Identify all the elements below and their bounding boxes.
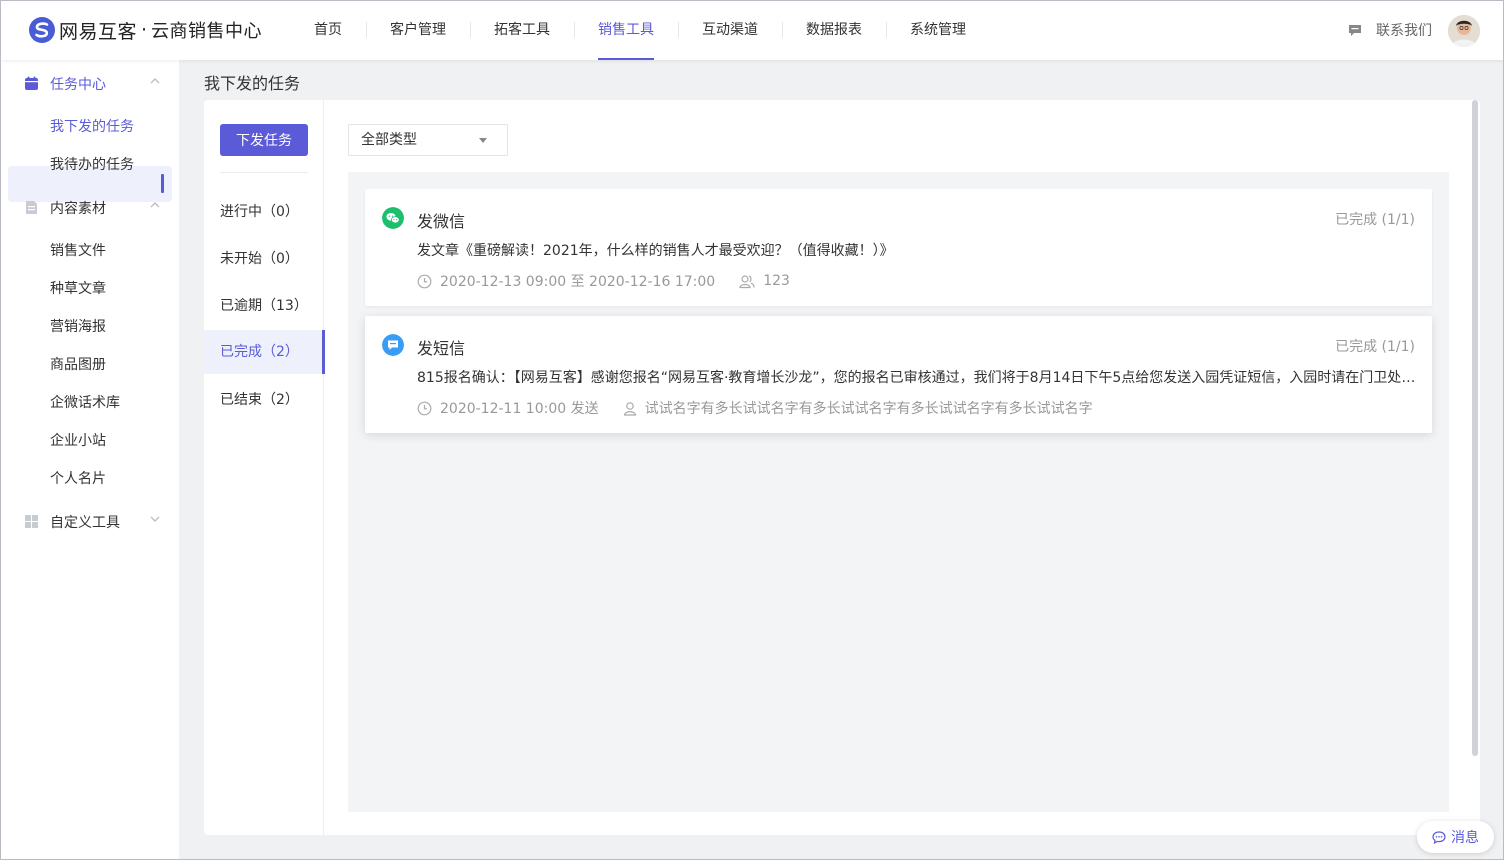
status-filter-not-started[interactable]: 未开始（0）: [204, 237, 324, 281]
sidebar-item-company-site[interactable]: 企业小站: [50, 430, 106, 450]
logo[interactable]: 网易互客 · 云商销售中心: [28, 15, 262, 45]
sidebar-item-business-card[interactable]: 个人名片: [50, 468, 106, 488]
task-time: 2020-12-11 10:00 发送: [440, 401, 599, 417]
page-title: 我下发的任务: [204, 74, 301, 93]
status-filter-in-progress[interactable]: 进行中（0）: [204, 190, 324, 234]
task-title: 发微信: [417, 212, 466, 231]
sidebar-item-wecom-scripts[interactable]: 企微话术库: [50, 392, 120, 412]
nav-sales-tools[interactable]: 销售工具: [574, 0, 678, 60]
status-filter-ended[interactable]: 已结束（2）: [204, 378, 324, 422]
clock-icon: [417, 401, 432, 415]
brand-subtitle: 云商销售中心: [151, 21, 263, 42]
sidebar-group-content-materials[interactable]: 内容素材: [0, 187, 179, 227]
nav-interaction-channels[interactable]: 互动渠道: [678, 0, 782, 60]
message-button[interactable]: 消息: [1417, 821, 1494, 853]
sidebar-item-todo-tasks[interactable]: 我待办的任务: [50, 154, 134, 174]
sidebar-item-sales-files[interactable]: 销售文件: [50, 240, 106, 260]
brand-name: 网易互客: [59, 20, 138, 43]
message-icon: [1432, 830, 1446, 844]
brand-separator: ·: [141, 19, 148, 41]
sidebar-item-issued-tasks[interactable]: 我下发的任务: [50, 116, 134, 136]
status-filter-completed[interactable]: 已完成（2）: [204, 330, 325, 374]
sidebar: 任务中心 我下发的任务 我待办的任务 内容素材 销售文件 种草文章 营销海报 商…: [0, 60, 179, 860]
nav-data-reports[interactable]: 数据报表: [782, 0, 886, 60]
task-title: 发短信: [417, 339, 466, 358]
sidebar-item-product-albums[interactable]: 商品图册: [50, 354, 106, 374]
chevron-down-icon: [150, 516, 160, 522]
main-nav: 首页 客户管理 拓客工具 销售工具 互动渠道 数据报表 系统管理: [290, 0, 990, 60]
contact-us-label: 联系我们: [1376, 23, 1432, 39]
wechat-icon: [382, 207, 404, 229]
sidebar-group-custom-tools[interactable]: 自定义工具: [0, 501, 179, 541]
user-avatar-icon: [1448, 15, 1480, 47]
sidebar-group-label: 任务中心: [50, 77, 106, 93]
task-meta: 2020-12-13 09:00 至 2020-12-16 17:00 123: [417, 271, 790, 291]
status-filter-overdue[interactable]: 已逾期（13）: [204, 284, 324, 328]
nav-system-management[interactable]: 系统管理: [886, 0, 990, 60]
document-icon: [26, 201, 37, 214]
sidebar-group-label: 内容素材: [50, 201, 106, 217]
task-type-select-value: 全部类型: [361, 132, 417, 148]
task-description: 815报名确认：【网易互客】感谢您报名“网易互客·教育增长沙龙”，您的报名已审核…: [417, 370, 1417, 386]
chevron-up-icon: [150, 78, 160, 84]
contact-us-link[interactable]: 联系我们: [1348, 20, 1432, 40]
divider: [220, 172, 308, 173]
task-time: 2020-12-13 09:00 至 2020-12-16 17:00: [440, 274, 716, 290]
nav-acquisition-tools[interactable]: 拓客工具: [470, 0, 574, 60]
task-list: 发微信 已完成 (1/1) 发文章《重磅解读！2021年，什么样的销售人才最受欢…: [348, 172, 1449, 812]
task-audience: 123: [763, 273, 790, 289]
chat-icon: [1349, 24, 1361, 36]
task-status: 已完成 (1/1): [1335, 212, 1415, 228]
task-status: 已完成 (1/1): [1335, 339, 1415, 355]
users-icon: [739, 274, 755, 288]
grid-icon: [25, 515, 38, 528]
status-filter-column: 下发任务 进行中（0） 未开始（0） 已逾期（13） 已完成（2） 已结束（2）: [204, 100, 325, 835]
user-icon: [623, 401, 636, 416]
sidebar-item-marketing-posters[interactable]: 营销海报: [50, 316, 106, 336]
logo-icon: [29, 17, 55, 43]
sidebar-group-task-center[interactable]: 任务中心: [0, 63, 179, 103]
caret-down-icon: [479, 138, 487, 143]
task-audience: 试试名字有多长试试名字有多长试试名字有多长试试名字有多长试试名字: [644, 401, 1093, 417]
top-header: 网易互客 · 云商销售中心 首页 客户管理 拓客工具 销售工具 互动渠道 数据报…: [0, 0, 1504, 60]
clock-icon: [417, 274, 432, 288]
nav-customer-management[interactable]: 客户管理: [366, 0, 470, 60]
task-description: 发文章《重磅解读！2021年，什么样的销售人才最受欢迎？（值得收藏！）》: [417, 243, 894, 259]
calendar-icon: [25, 76, 38, 90]
task-panel: 下发任务 进行中（0） 未开始（0） 已逾期（13） 已完成（2） 已结束（2）…: [204, 100, 1480, 835]
avatar[interactable]: [1448, 15, 1480, 47]
message-label: 消息: [1451, 830, 1479, 846]
task-card[interactable]: 发短信 已完成 (1/1) 815报名确认：【网易互客】感谢您报名“网易互客·教…: [365, 316, 1432, 433]
sidebar-item-seeding-articles[interactable]: 种草文章: [50, 278, 106, 298]
task-card[interactable]: 发微信 已完成 (1/1) 发文章《重磅解读！2021年，什么样的销售人才最受欢…: [365, 189, 1432, 306]
chevron-up-icon: [150, 202, 160, 208]
task-type-select[interactable]: 全部类型: [348, 124, 508, 156]
issue-task-button[interactable]: 下发任务: [220, 124, 308, 156]
sms-icon: [382, 334, 404, 356]
sidebar-group-label: 自定义工具: [50, 515, 120, 531]
task-meta: 2020-12-11 10:00 发送 试试名字有多长试试名字有多长试试名字有多…: [417, 398, 1093, 418]
nav-home[interactable]: 首页: [290, 0, 366, 60]
vertical-scrollbar[interactable]: [1472, 100, 1478, 756]
